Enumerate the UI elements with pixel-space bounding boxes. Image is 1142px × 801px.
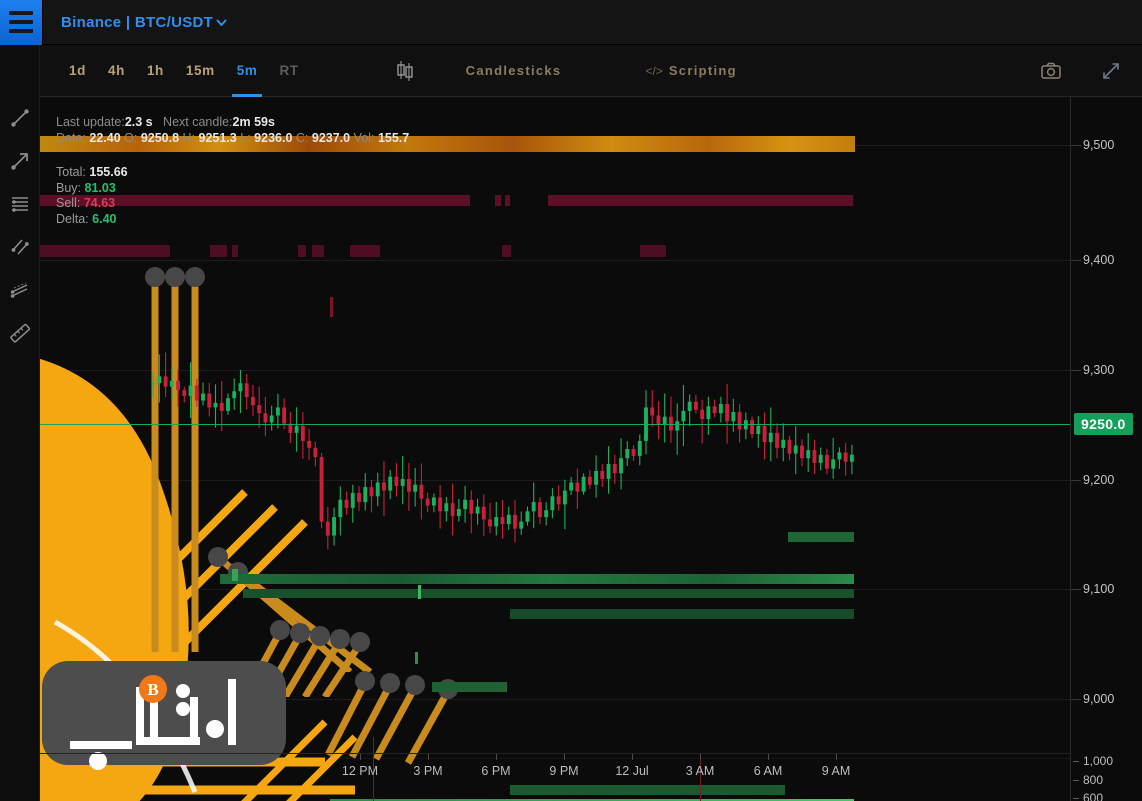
delta-value: 6.40 — [92, 211, 117, 226]
chart-type-button[interactable]: Candlesticks — [466, 63, 562, 78]
current-price-line — [40, 424, 1070, 425]
sell-value: 74.63 — [83, 196, 116, 210]
volume-tick: 1,000 — [1072, 754, 1114, 768]
trading-chart-app: Binance | BTC/USDT 1d 4h 1h 15m 5m RT Ca… — [0, 0, 1142, 801]
chart-canvas[interactable]: Last update:2.3 s Next candle:2m 59s Dat… — [40, 97, 1070, 801]
buy-label: Buy: — [56, 180, 82, 195]
timeframe-rt[interactable]: RT — [268, 45, 309, 97]
title-bar: Binance | BTC/USDT — [0, 0, 1142, 45]
ray-arrow-tool[interactable] — [5, 146, 35, 176]
timeframe-1d[interactable]: 1d — [58, 45, 97, 97]
sell-label: Sell: — [56, 196, 81, 210]
axis-gridline — [1071, 699, 1081, 700]
buy-value: 81.03 — [84, 180, 116, 195]
time-label: 3 AM — [685, 764, 715, 778]
drawing-tools-rail — [0, 45, 40, 801]
total-value: 155.66 — [89, 165, 128, 179]
candlestick-icon[interactable] — [388, 54, 422, 88]
axis-gridline — [1071, 370, 1081, 371]
time-tick — [428, 754, 429, 760]
time-tick — [700, 754, 701, 760]
time-label: 12 PM — [341, 764, 379, 778]
axis-gridline — [1071, 480, 1081, 481]
toolbar-right-group — [1038, 58, 1142, 84]
time-tick — [496, 754, 497, 760]
chevron-down-icon — [216, 19, 227, 26]
price-axis[interactable]: 9,500 9,400 9,300 9,200 9,100 9,000 9250… — [1070, 97, 1142, 801]
time-label: 6 PM — [481, 764, 511, 778]
price-tick: 9,100 — [1083, 582, 1115, 596]
axis-gridline — [1071, 589, 1081, 590]
candlestick-series — [151, 352, 854, 550]
scripting-button[interactable]: </> Scripting — [645, 63, 736, 78]
ruler-tool[interactable] — [5, 318, 35, 348]
time-label: 9 AM — [821, 764, 851, 778]
timeframe-4h[interactable]: 4h — [97, 45, 136, 97]
current-price-badge: 9250.0 — [1074, 413, 1133, 435]
time-tick — [564, 754, 565, 760]
hamburger-icon[interactable] — [0, 0, 42, 45]
chart-toolbar: 1d 4h 1h 15m 5m RT Candlesticks </> Scri… — [40, 45, 1142, 97]
timeframe-15m[interactable]: 15m — [175, 45, 226, 97]
chart-type-label: Candlesticks — [465, 63, 562, 78]
parallel-lines-tool[interactable] — [5, 232, 35, 262]
time-axis[interactable]: 12 PM 3 PM 6 PM 9 PM 12 Jul 3 AM 6 AM 9 … — [40, 753, 1070, 801]
code-icon: </> — [645, 63, 663, 78]
volume-tick: 800 — [1072, 773, 1104, 787]
timeframe-5m[interactable]: 5m — [226, 45, 269, 97]
trend-line-tool[interactable] — [5, 103, 35, 133]
exchange-pair-selector[interactable]: Binance | BTC/USDT — [43, 0, 242, 45]
time-tick — [360, 754, 361, 760]
price-tick: 9,300 — [1083, 363, 1115, 377]
time-label: 12 Jul — [615, 764, 649, 778]
volume-tick: 600 — [1072, 791, 1103, 801]
axis-gridline — [1071, 260, 1081, 261]
time-label: 3 PM — [413, 764, 443, 778]
time-label: 6 AM — [753, 764, 783, 778]
channel-tool[interactable] — [5, 275, 35, 305]
axis-gridline — [1071, 145, 1081, 146]
total-label: Total: — [56, 165, 86, 179]
time-tick — [768, 754, 769, 760]
price-tick: 9,200 — [1083, 473, 1115, 487]
price-tick: 9,400 — [1083, 253, 1115, 267]
camera-icon[interactable] — [1038, 58, 1064, 84]
delta-label: Delta: — [56, 211, 89, 226]
expand-icon[interactable] — [1098, 58, 1124, 84]
time-tick — [836, 754, 837, 760]
time-label: 9 PM — [549, 764, 579, 778]
price-tick: 9,500 — [1083, 138, 1115, 152]
timeframe-1h[interactable]: 1h — [136, 45, 175, 97]
exchange-pair-label: Binance | BTC/USDT — [61, 13, 214, 31]
price-tick: 9,000 — [1083, 692, 1115, 706]
time-tick — [632, 754, 633, 760]
scripting-label: Scripting — [668, 63, 737, 78]
horizontal-lines-tool[interactable] — [5, 189, 35, 219]
order-flow-panel: Total: 155.66 Buy: 81.03 Sell: 74.63 Del… — [56, 165, 128, 227]
